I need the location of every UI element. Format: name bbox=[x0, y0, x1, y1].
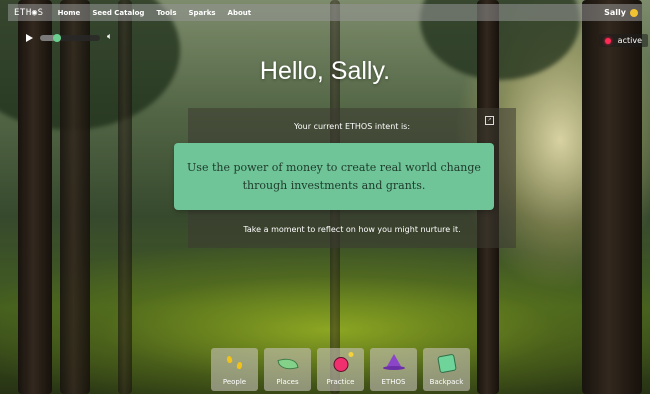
bomb-icon bbox=[333, 352, 353, 372]
intent-label: Your current ETHOS intent is: bbox=[293, 122, 411, 131]
dock-item-ethos[interactable]: ETHOS bbox=[370, 348, 417, 391]
dock-item-places[interactable]: Places bbox=[264, 348, 311, 391]
page-title: Hello, Sally. bbox=[259, 57, 391, 85]
dock-item-backpack[interactable]: Backpack bbox=[423, 348, 470, 391]
brand-logo[interactable]: ETH◉S bbox=[14, 8, 44, 18]
bottom-dock: People Places Practice ETHOS Backpack bbox=[211, 348, 470, 391]
dock-label-backpack: Backpack bbox=[429, 378, 464, 386]
audio-player: 🔈︎ bbox=[26, 33, 112, 42]
leaf-icon bbox=[276, 356, 299, 372]
user-name: Sally bbox=[604, 8, 626, 17]
smiley-avatar-icon bbox=[630, 8, 638, 17]
backpack-icon bbox=[436, 353, 457, 374]
status-badge: active bbox=[598, 34, 648, 47]
nav-link-home[interactable]: Home bbox=[58, 9, 81, 17]
status-label: active bbox=[617, 36, 642, 45]
speaker-icon[interactable]: 🔈︎ bbox=[107, 33, 112, 42]
user-menu[interactable]: Sally bbox=[604, 8, 638, 17]
status-dot-icon bbox=[604, 37, 611, 44]
play-icon[interactable] bbox=[26, 33, 33, 42]
wizard-hat-icon bbox=[382, 354, 405, 370]
dock-item-people[interactable]: People bbox=[211, 348, 258, 391]
nav-link-about[interactable]: About bbox=[228, 9, 252, 17]
top-nav: ETH◉S Home Seed Catalog Tools Sparks Abo… bbox=[8, 4, 642, 21]
dock-label-people: People bbox=[222, 378, 247, 386]
audio-progress-slider[interactable] bbox=[40, 33, 100, 42]
nav-link-seed-catalog[interactable]: Seed Catalog bbox=[92, 9, 144, 17]
dock-label-places: Places bbox=[276, 378, 299, 386]
reflect-text: Take a moment to reflect on how you migh… bbox=[243, 225, 461, 234]
footprints-icon bbox=[225, 355, 244, 371]
intent-text: Use the power of money to create real wo… bbox=[187, 160, 481, 192]
dock-item-practice[interactable]: Practice bbox=[317, 348, 364, 391]
dock-label-ethos: ETHOS bbox=[381, 378, 406, 386]
nav-link-tools[interactable]: Tools bbox=[156, 9, 176, 17]
audio-progress-thumb[interactable] bbox=[52, 33, 61, 42]
nav-link-sparks[interactable]: Sparks bbox=[188, 9, 215, 17]
dock-label-practice: Practice bbox=[326, 378, 355, 386]
intent-card: Use the power of money to create real wo… bbox=[174, 143, 494, 210]
